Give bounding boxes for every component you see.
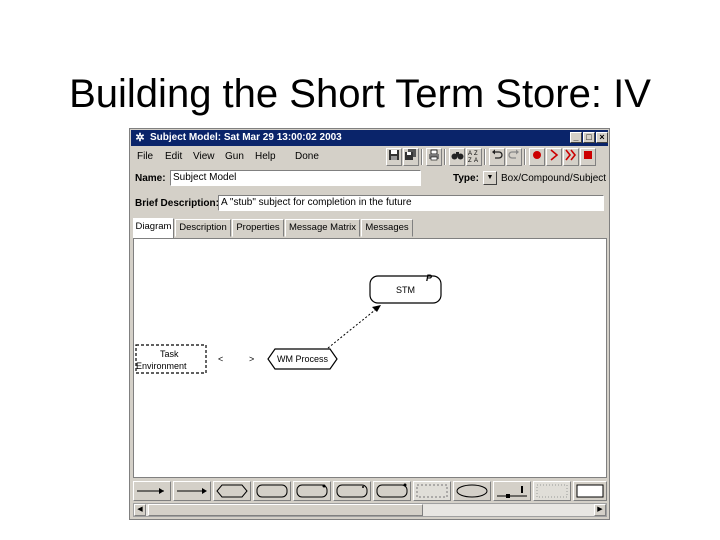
stm-node[interactable]: STM P [369, 273, 442, 304]
description-label: Brief Description: [135, 198, 219, 209]
minimize-button[interactable]: _ [570, 132, 582, 143]
sort-icon[interactable]: AZZA [466, 148, 482, 166]
window-title: Subject Model: Sat Mar 29 13:00:02 2003 [150, 132, 342, 143]
palette-dotted-rect[interactable] [533, 481, 571, 501]
stm-node-badge: P [426, 273, 433, 283]
undo-icon[interactable] [489, 148, 505, 166]
input-port-arrow[interactable]: < [218, 354, 223, 364]
shape-palette [133, 481, 607, 501]
type-label: Type: [453, 173, 479, 184]
palette-rounded-rect-p[interactable] [373, 481, 411, 501]
tab-properties[interactable]: Properties [232, 219, 284, 237]
print-icon[interactable] [426, 148, 442, 166]
svg-text:A: A [474, 158, 478, 163]
menu-help[interactable]: Help [255, 151, 276, 162]
wm-process-label: WM Process [277, 354, 329, 364]
palette-dashed-rect[interactable] [413, 481, 451, 501]
play-icon[interactable] [546, 148, 562, 166]
palette-ellipse[interactable] [453, 481, 491, 501]
window-titlebar[interactable]: ✲ Subject Model: Sat Mar 29 13:00:02 200… [131, 130, 608, 146]
palette-rounded-rect[interactable] [253, 481, 291, 501]
scroll-left-icon[interactable]: ◀ [134, 504, 146, 516]
fast-forward-icon[interactable] [563, 148, 579, 166]
task-environment-node[interactable]: Task Environment [135, 344, 207, 374]
tab-messages[interactable]: Messages [361, 219, 413, 237]
menu-gun[interactable]: Gun [225, 151, 244, 162]
scroll-thumb[interactable] [148, 504, 423, 516]
maximize-button[interactable]: □ [583, 132, 595, 143]
task-environment-line2: Environment [136, 361, 187, 371]
slide-title: Building the Short Term Store: IV [69, 72, 651, 116]
find-icon[interactable] [449, 148, 465, 166]
diagram-canvas[interactable]: STM P WM Process Task Environment < > [133, 238, 607, 478]
wm-to-stm-connector[interactable] [327, 305, 381, 349]
svg-text:Z: Z [468, 158, 472, 163]
menu-edit[interactable]: Edit [165, 151, 182, 162]
wm-process-node[interactable]: WM Process [267, 348, 338, 370]
record-icon[interactable] [529, 148, 545, 166]
palette-connector[interactable] [493, 481, 531, 501]
stop-icon[interactable] [580, 148, 596, 166]
menu-view[interactable]: View [193, 151, 215, 162]
type-dropdown-button[interactable]: ▼ [483, 171, 497, 185]
task-environment-line1: Task [160, 349, 179, 359]
output-port-arrow[interactable]: > [249, 354, 254, 364]
tab-description[interactable]: Description [175, 219, 231, 237]
name-input[interactable]: Subject Model [170, 170, 421, 186]
name-label: Name: [135, 173, 166, 184]
svg-text:A: A [468, 151, 472, 157]
palette-rounded-rect-badge[interactable] [293, 481, 331, 501]
save-all-icon[interactable] [403, 148, 419, 166]
type-value: Box/Compound/Subject [501, 173, 607, 184]
horizontal-scrollbar[interactable]: ◀ ▶ [133, 503, 607, 517]
menu-file[interactable]: File [137, 151, 153, 162]
subject-model-window: ✲ Subject Model: Sat Mar 29 13:00:02 200… [129, 128, 610, 520]
palette-hexagon[interactable] [213, 481, 251, 501]
stm-node-label: STM [396, 285, 415, 295]
palette-right-arrow[interactable] [173, 481, 211, 501]
menu-bar: File Edit View Gun Help Done AZZA [131, 147, 608, 169]
palette-rounded-rect-alt[interactable] [333, 481, 371, 501]
redo-icon[interactable] [506, 148, 522, 166]
tab-message-matrix[interactable]: Message Matrix [285, 219, 360, 237]
svg-text:Z: Z [474, 151, 478, 157]
palette-left-arrow[interactable] [133, 481, 171, 501]
scroll-right-icon[interactable]: ▶ [594, 504, 606, 516]
app-icon: ✲ [135, 132, 145, 144]
tab-diagram[interactable]: Diagram [133, 218, 174, 238]
menu-done[interactable]: Done [295, 151, 319, 162]
description-input[interactable]: A "stub" subject for completion in the f… [218, 195, 604, 211]
close-button[interactable]: × [596, 132, 608, 143]
palette-rect[interactable] [573, 481, 607, 501]
save-icon[interactable] [386, 148, 402, 166]
